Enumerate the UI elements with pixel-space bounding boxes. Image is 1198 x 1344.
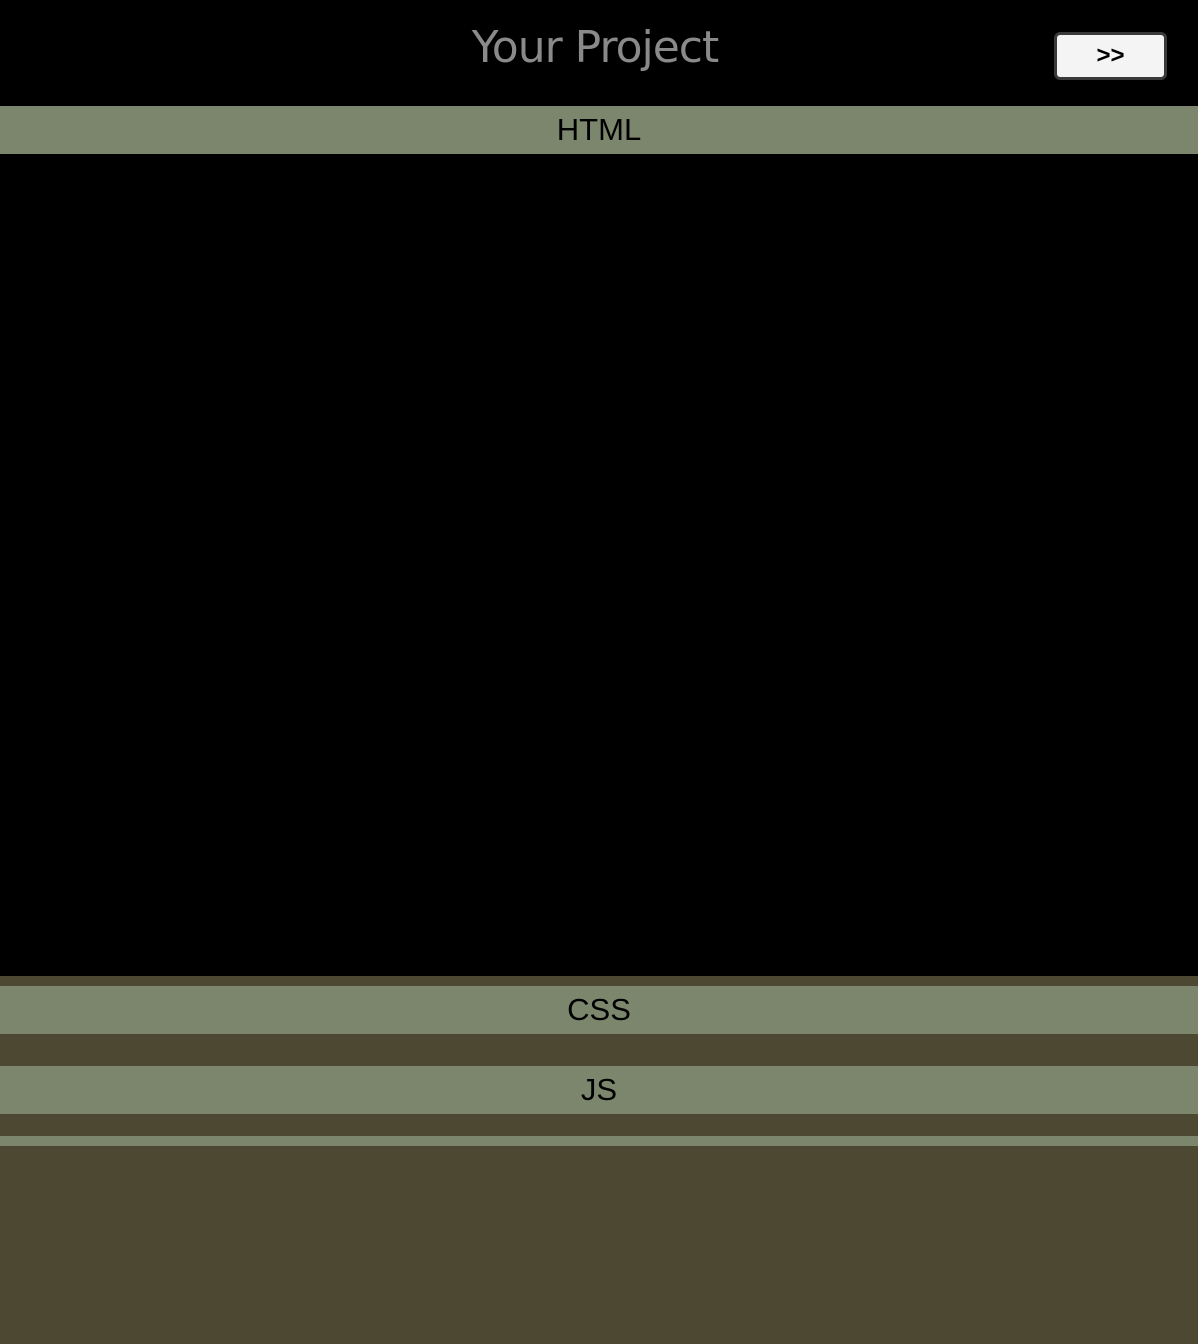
js-panel-header[interactable]: JS bbox=[0, 1066, 1198, 1114]
html-panel-header[interactable]: HTML bbox=[0, 106, 1198, 154]
page-title: Your Project bbox=[471, 22, 719, 73]
preview-area bbox=[0, 1146, 1198, 1344]
toggle-preview-button[interactable]: >> bbox=[1054, 32, 1167, 80]
app-header: Your Project >> bbox=[0, 0, 1198, 106]
preview-divider[interactable] bbox=[0, 1136, 1198, 1146]
css-panel-header[interactable]: CSS bbox=[0, 986, 1198, 1034]
html-editor[interactable] bbox=[0, 154, 1198, 976]
